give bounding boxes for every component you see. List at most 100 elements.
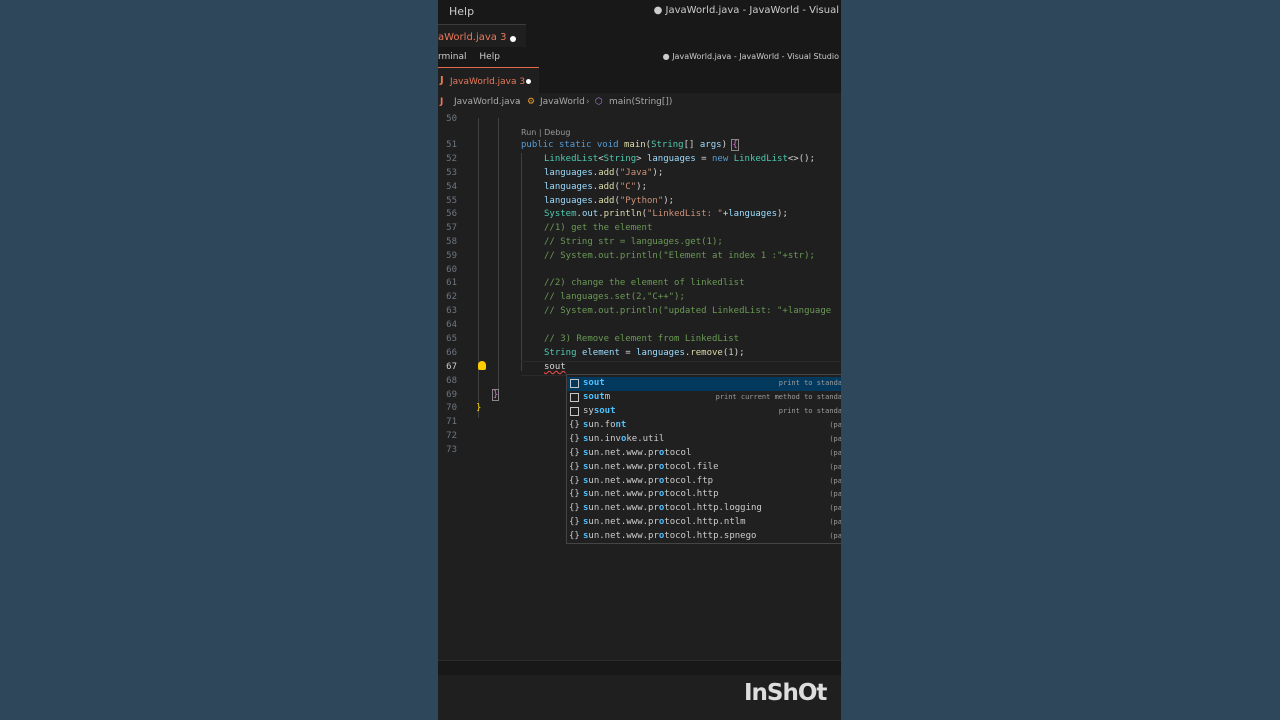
code-line: public static void main(String[] args) { xyxy=(521,139,739,151)
indent-guide xyxy=(478,118,479,418)
typed-text[interactable]: sout xyxy=(544,362,566,372)
code-brace: } xyxy=(491,389,500,401)
suggestion-detail: (pa xyxy=(829,490,841,498)
line-number: 51 xyxy=(446,140,457,150)
suggestion-item[interactable]: sysout print to standa xyxy=(567,405,841,419)
class-icon: ⚙ xyxy=(527,97,536,107)
indent-guide xyxy=(521,153,522,371)
menu-terminal[interactable]: rminal xyxy=(438,52,467,62)
background-left xyxy=(0,0,438,720)
line-number: 65 xyxy=(446,334,457,344)
menu-help[interactable]: Help xyxy=(479,52,500,62)
package-icon: {} xyxy=(569,462,580,472)
codelens-run-debug[interactable]: Run | Debug xyxy=(521,128,570,137)
code-line: languages.add("Python"); xyxy=(544,196,675,206)
suggestion-detail: (pa xyxy=(829,477,841,485)
breadcrumb-class[interactable]: JavaWorld xyxy=(540,97,585,107)
line-number: 71 xyxy=(446,417,457,427)
snippet-icon xyxy=(570,407,579,416)
package-icon: {} xyxy=(569,503,580,513)
breadcrumb-file[interactable]: JavaWorld.java xyxy=(454,97,521,107)
tab-label: aWorld.java 3 xyxy=(438,32,507,43)
suggestion-item[interactable]: {} sun.net.www.protocol.http (pa xyxy=(567,488,841,502)
suggestion-detail: (pa xyxy=(829,518,841,526)
line-number: 52 xyxy=(446,154,457,164)
snippet-icon xyxy=(570,393,579,402)
package-icon: {} xyxy=(569,476,580,486)
tab-javaworld-top[interactable]: aWorld.java 3 xyxy=(438,24,526,48)
line-number: 55 xyxy=(446,196,457,206)
suggestion-item[interactable]: {} sun.net.www.protocol.http.logging (pa xyxy=(567,502,841,516)
tab-bar-top: aWorld.java 3 xyxy=(438,24,841,48)
suggestion-detail: (pa xyxy=(829,504,841,512)
suggestion-item[interactable]: {} sun.net.www.protocol.http.ntlm (pa xyxy=(567,516,841,530)
breadcrumb-method[interactable]: main(String[]) xyxy=(609,97,672,107)
code-line: LinkedList<String> languages = new Linke… xyxy=(544,154,815,164)
line-number: 63 xyxy=(446,306,457,316)
suggestion-detail: print to standa xyxy=(778,379,841,387)
tab-javaworld[interactable]: J JavaWorld.java 3 xyxy=(438,67,539,94)
line-number: 53 xyxy=(446,168,457,178)
menu-bar: rminal Help xyxy=(438,52,500,62)
background-right xyxy=(841,0,1280,720)
window-title: ● JavaWorld.java - JavaWorld - Visual St… xyxy=(662,52,839,61)
snippet-icon xyxy=(570,379,579,388)
code-brace: } xyxy=(476,403,482,413)
line-number: 70 xyxy=(446,403,457,413)
code-line: String element = languages.remove(1); xyxy=(544,348,745,358)
code-comment: // 3) Remove element from LinkedList xyxy=(544,334,740,344)
code-comment: // String str = languages.get(1); xyxy=(544,237,723,247)
tab-label: JavaWorld.java 3 xyxy=(450,77,526,87)
line-number: 54 xyxy=(446,182,457,192)
code-comment: //1) get the element xyxy=(544,223,653,233)
vscode-window: Help ● JavaWorld.java - JavaWorld - Visu… xyxy=(438,0,841,720)
package-icon: {} xyxy=(569,448,580,458)
suggestion-item[interactable]: {} sun.net.www.protocol.http.spnego (pa xyxy=(567,530,841,542)
chevron-right-icon: › xyxy=(517,97,521,107)
line-number: 50 xyxy=(446,114,457,124)
title-bar-secondary: rminal Help ● JavaWorld.java - JavaWorld… xyxy=(438,47,841,67)
package-icon: {} xyxy=(569,434,580,444)
line-number: 73 xyxy=(446,445,457,455)
package-icon: {} xyxy=(569,517,580,527)
breadcrumb: J JavaWorld.java › ⚙ JavaWorld › ⬡ main(… xyxy=(438,94,841,110)
suggestion-detail: (pa xyxy=(829,463,841,471)
code-line: languages.add("C"); xyxy=(544,182,647,192)
unsaved-dot-icon[interactable] xyxy=(526,79,531,84)
suggestion-item[interactable]: {} sun.net.www.protocol.ftp (pa xyxy=(567,475,841,489)
line-number: 60 xyxy=(446,265,457,275)
line-number: 68 xyxy=(446,376,457,386)
line-number: 57 xyxy=(446,223,457,233)
code-comment: // languages.set(2,"C++"); xyxy=(544,292,685,302)
suggestion-detail: print to standa xyxy=(778,407,841,415)
unsaved-dot-icon[interactable] xyxy=(510,36,516,42)
suggestion-item[interactable]: {} sun.font (pa xyxy=(567,419,841,433)
indent-guide xyxy=(498,118,499,398)
code-line: System.out.println("LinkedList: "+langua… xyxy=(544,209,788,219)
line-number: 62 xyxy=(446,292,457,302)
code-comment: //2) change the element of linkedlist xyxy=(544,278,745,288)
status-bar xyxy=(438,660,841,675)
window-title: ● JavaWorld.java - JavaWorld - Visual xyxy=(653,5,839,16)
suggestion-detail: print current method to standa xyxy=(715,393,841,401)
suggestion-item[interactable]: {} sun.net.www.protocol (pa xyxy=(567,447,841,461)
lightbulb-icon[interactable] xyxy=(478,361,486,370)
line-number: 59 xyxy=(446,251,457,261)
line-number: 61 xyxy=(446,278,457,288)
code-editor[interactable]: 50 51 52 53 54 55 56 57 58 59 60 61 62 6… xyxy=(438,110,841,660)
java-file-icon: J xyxy=(440,97,444,107)
suggestion-item[interactable]: {} sun.net.www.protocol.file (pa xyxy=(567,461,841,475)
suggestion-item[interactable]: soutm print current method to standa xyxy=(567,391,841,405)
editor-tab-bar: J JavaWorld.java 3 xyxy=(438,67,841,94)
line-number: 67 xyxy=(446,362,457,372)
suggestion-detail: (pa xyxy=(829,449,841,457)
line-number: 64 xyxy=(446,320,457,330)
java-file-icon: J xyxy=(440,75,444,86)
menu-help[interactable]: Help xyxy=(449,5,474,18)
suggestion-item[interactable]: sout print to standa xyxy=(567,377,841,391)
inshot-watermark: InShOt xyxy=(744,680,827,706)
suggestion-item[interactable]: {} sun.invoke.util (pa xyxy=(567,433,841,447)
suggestion-detail: (pa xyxy=(829,421,841,429)
chevron-right-icon: › xyxy=(586,97,590,107)
line-number: 58 xyxy=(446,237,457,247)
